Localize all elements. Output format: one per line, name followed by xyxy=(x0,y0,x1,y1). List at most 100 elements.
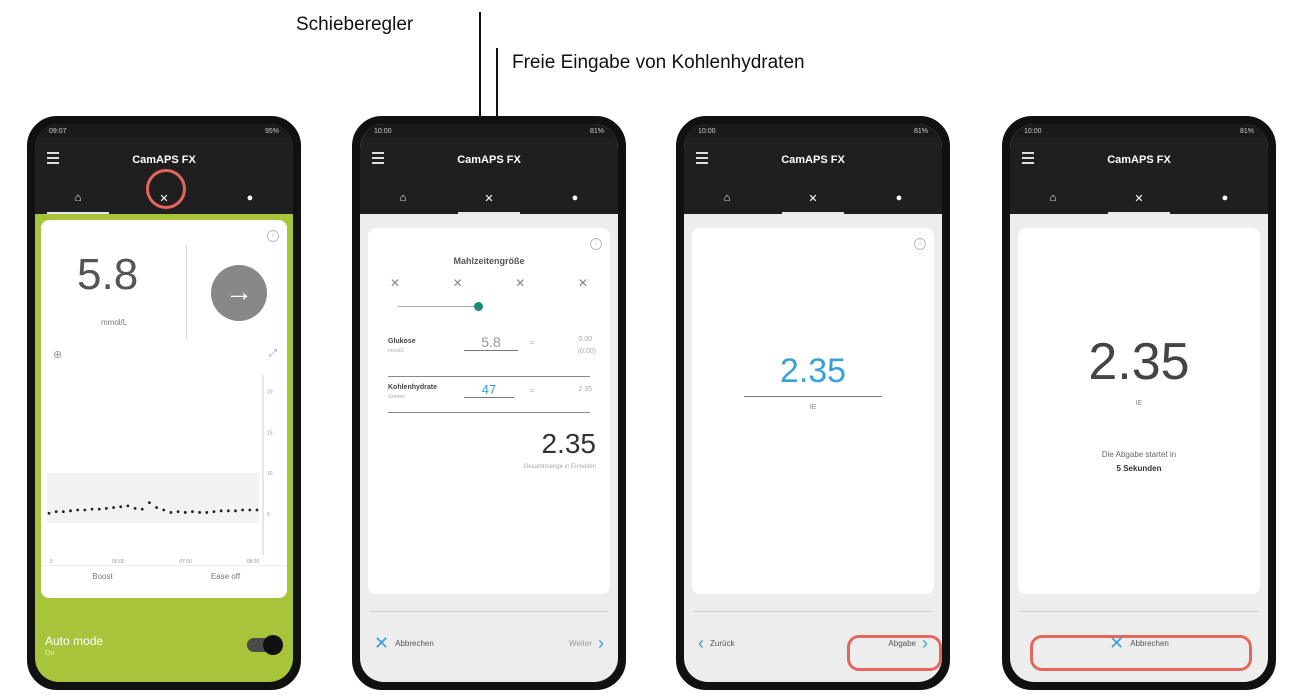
phone-confirm-screen: 10:00 81% CamAPS FX ⌂ ✕ ● i 2.35 IE ‹ Zu… xyxy=(676,116,950,690)
glucose-point xyxy=(255,508,259,512)
confirm-card: i 2.35 IE xyxy=(692,228,934,594)
arrow-right-icon[interactable]: → xyxy=(211,265,267,321)
cancel-button-highlight xyxy=(1030,635,1252,671)
tab-meal[interactable]: ✕ xyxy=(1096,182,1182,214)
glucose-chart: 51015203 06:00 07:00 08:00 xyxy=(47,375,273,565)
app-title: CamAPS FX xyxy=(1107,154,1171,166)
tab-home[interactable]: ⌂ xyxy=(360,182,446,214)
glucose-point xyxy=(83,508,87,512)
bolus-value: 2.35 xyxy=(779,352,847,390)
meal-size-s-icon[interactable]: ✕ xyxy=(453,276,463,290)
phone-countdown-screen: 10:00 81% CamAPS FX ⌂ ✕ ● 2.35 IE Die Ab… xyxy=(1002,116,1276,690)
zoom-icon[interactable]: ⊕ xyxy=(53,348,62,361)
drop-icon: ● xyxy=(571,192,579,204)
info-icon[interactable]: i xyxy=(267,230,279,242)
glucose-sub: mmol/L xyxy=(388,348,405,354)
glucose-point xyxy=(241,508,245,512)
glucose-point xyxy=(234,509,237,513)
meal-card: i Mahlzeitengröße ✕ ✕ ✕ ✕ Glukose mmol/L… xyxy=(368,228,610,594)
glucose-units: 0.00 xyxy=(578,336,592,343)
status-bar: 09:07 95% xyxy=(35,124,293,138)
glucose-units-bracket: (0.00) xyxy=(577,348,596,355)
glucose-point xyxy=(219,509,223,513)
home-icon: ⌂ xyxy=(74,192,82,204)
next-button[interactable]: Weiter › xyxy=(569,633,604,654)
carbs-label: Kohlenhydrate xyxy=(388,384,438,391)
phone-home-screen: 09:07 95% CamAPS FX ⌂ ✕ ● i 5.8 mmol/L →… xyxy=(27,116,301,690)
fork-knife-icon: ✕ xyxy=(484,192,494,205)
expand-icon[interactable]: ⤢ xyxy=(269,348,277,359)
meal-size-slider[interactable] xyxy=(398,306,478,307)
glucose-point xyxy=(69,509,72,513)
back-button[interactable]: ‹ Zurück xyxy=(698,633,734,654)
tab-home[interactable]: ⌂ xyxy=(684,182,770,214)
delivery-start-text: Die Abgabe startet in xyxy=(1101,450,1177,459)
chart-divider xyxy=(41,565,287,566)
tab-drop[interactable]: ● xyxy=(1182,182,1268,214)
app-title: CamAPS FX xyxy=(457,154,521,166)
meal-size-options: ✕ ✕ ✕ ✕ xyxy=(390,276,588,290)
glucose-point xyxy=(97,507,101,511)
tab-home[interactable]: ⌂ xyxy=(1010,182,1096,214)
meal-size-l-icon[interactable]: ✕ xyxy=(578,276,588,290)
menu-icon[interactable] xyxy=(1022,152,1034,167)
chevron-right-icon: › xyxy=(598,633,604,653)
deliver-button-highlight xyxy=(847,635,942,671)
cancel-button[interactable]: ✕ Abbrechen xyxy=(374,633,434,654)
fork-knife-icon: ✕ xyxy=(808,192,818,205)
carbs-units: 2.35 xyxy=(578,386,592,393)
auto-mode-toggle[interactable] xyxy=(247,635,283,655)
chevron-left-icon: ‹ xyxy=(698,633,704,653)
glucose-point xyxy=(140,507,144,511)
status-bar: 10:00 81% xyxy=(1010,124,1268,138)
glucose-point xyxy=(226,509,230,513)
total-label: Gesamtmenge in Einheiten xyxy=(523,464,596,470)
tab-bar: ⌂ ✕ ● xyxy=(684,182,942,214)
glucose-input[interactable]: 5.8 xyxy=(464,334,518,351)
glucose-point xyxy=(126,504,130,508)
menu-icon[interactable] xyxy=(372,152,384,167)
glucose-point xyxy=(248,508,252,512)
callout-slider-label: Schieberegler xyxy=(296,14,414,35)
app-title: CamAPS FX xyxy=(781,154,845,166)
close-icon: ✕ xyxy=(374,633,390,653)
glucose-card: i 5.8 mmol/L → ⊕ ⤢ 5 10 15 20 3 06:00 07:00 08:… xyxy=(41,220,287,598)
glucose-point xyxy=(162,508,166,512)
y-tick-label: 10 xyxy=(267,471,273,477)
meal-tab-highlight xyxy=(146,169,186,209)
countdown-card: 2.35 IE Die Abgabe startet in 5 Sekunden xyxy=(1018,228,1260,594)
glucose-point xyxy=(54,510,58,514)
menu-icon[interactable] xyxy=(696,152,708,167)
glucose-point xyxy=(212,510,216,514)
tab-home[interactable]: ⌂ xyxy=(35,182,121,214)
info-icon[interactable]: i xyxy=(590,238,602,250)
target-range-band xyxy=(47,473,259,524)
tab-drop[interactable]: ● xyxy=(856,182,942,214)
glucose-value: 5.8 xyxy=(77,250,139,299)
meal-size-m-icon[interactable]: ✕ xyxy=(515,276,525,290)
tab-meal[interactable]: ✕ xyxy=(446,182,532,214)
glucose-point xyxy=(133,506,137,510)
glucose-point xyxy=(76,508,80,512)
carbs-input[interactable]: 47 xyxy=(464,382,514,398)
home-icon: ⌂ xyxy=(723,192,731,204)
boost-button[interactable]: Boost xyxy=(41,572,164,581)
tab-drop[interactable]: ● xyxy=(207,182,293,214)
fork-knife-icon: ✕ xyxy=(1134,192,1144,205)
glucose-point xyxy=(169,511,173,514)
glucose-point xyxy=(104,506,108,510)
ease-off-button[interactable]: Ease off xyxy=(164,572,287,581)
meal-size-title: Mahlzeitengröße xyxy=(453,256,525,266)
menu-icon[interactable] xyxy=(47,152,59,167)
slider-thumb[interactable] xyxy=(474,302,483,311)
glucose-point xyxy=(205,511,209,514)
glucose-point xyxy=(183,511,187,514)
tab-meal[interactable]: ✕ xyxy=(770,182,856,214)
tab-bar: ⌂ ✕ ● xyxy=(1010,182,1268,214)
home-icon: ⌂ xyxy=(1049,192,1057,204)
y-tick-label: 5 xyxy=(267,512,270,518)
tab-drop[interactable]: ● xyxy=(532,182,618,214)
status-bar: 10:00 81% xyxy=(360,124,618,138)
info-icon[interactable]: i xyxy=(914,238,926,250)
meal-size-xs-icon[interactable]: ✕ xyxy=(390,276,400,290)
